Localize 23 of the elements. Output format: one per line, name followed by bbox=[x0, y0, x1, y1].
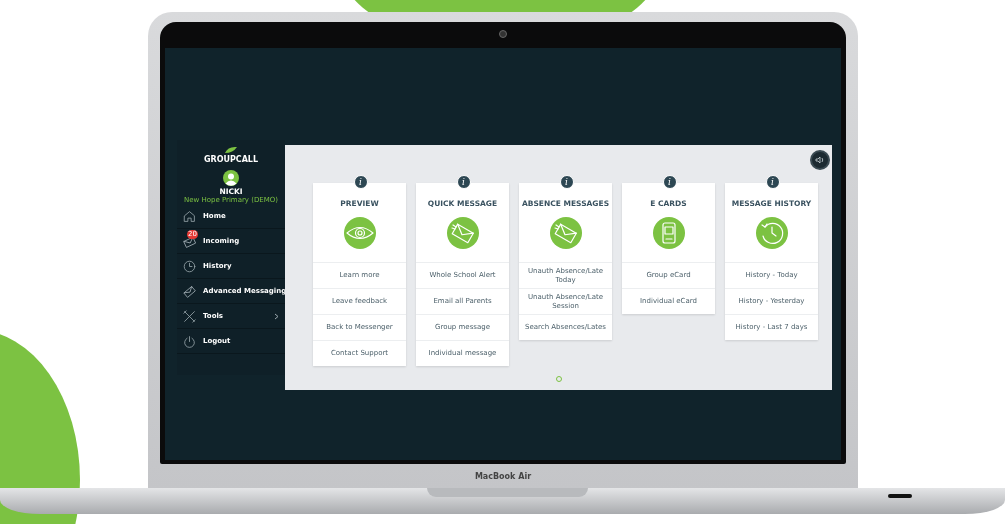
port-slot bbox=[888, 494, 912, 498]
logo: GROUPCALL bbox=[203, 155, 259, 164]
envelope-icon bbox=[183, 284, 196, 298]
speaker-button[interactable] bbox=[810, 150, 830, 170]
info-button[interactable]: i bbox=[662, 175, 677, 189]
device-icon bbox=[652, 217, 685, 249]
camera-icon bbox=[499, 30, 507, 38]
home-icon bbox=[183, 209, 196, 223]
eye-icon bbox=[343, 217, 376, 249]
envelope-icon bbox=[446, 217, 479, 249]
tools-icon bbox=[183, 309, 196, 323]
device-label: MacBook Air bbox=[474, 471, 532, 481]
envelope-icon bbox=[549, 217, 582, 249]
info-button[interactable]: i bbox=[559, 175, 574, 189]
avatar-icon bbox=[223, 170, 239, 186]
info-button[interactable]: i bbox=[353, 175, 368, 189]
power-icon bbox=[183, 334, 196, 348]
info-button[interactable]: i bbox=[456, 175, 471, 189]
info-button[interactable]: i bbox=[765, 175, 780, 189]
speaker-icon bbox=[815, 156, 825, 164]
clock-icon bbox=[183, 259, 196, 273]
clock-icon bbox=[755, 217, 788, 249]
leaf-icon bbox=[224, 146, 238, 154]
